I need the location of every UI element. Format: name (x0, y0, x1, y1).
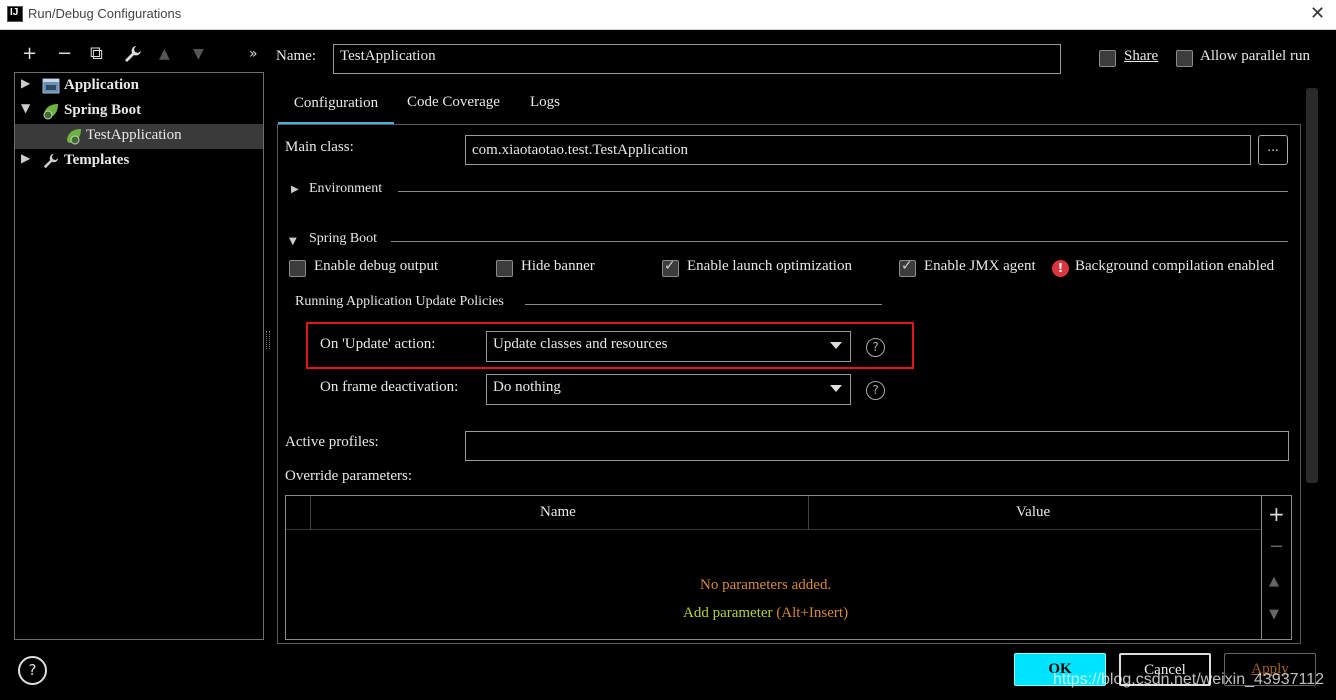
share-label: Share (1124, 48, 1159, 64)
enable-debug-output-label: Enable debug output (314, 258, 439, 274)
allow-parallel-run-label: Allow parallel run (1200, 48, 1310, 64)
move-down-icon[interactable]: ▼ (193, 44, 204, 64)
expand-arrow-icon[interactable]: ▶ (21, 151, 30, 165)
tab-label: Configuration (293, 95, 379, 111)
scrollbar[interactable] (1306, 88, 1318, 483)
enable-launch-optimization-checkbox[interactable] (662, 258, 679, 277)
on-frame-deactivation-select[interactable]: Do nothing (486, 374, 851, 405)
share-checkbox[interactable] (1099, 50, 1116, 67)
add-parameter-shortcut: (Alt+Insert) (776, 605, 849, 621)
add-row-icon[interactable]: + (1268, 502, 1285, 526)
add-parameter-link[interactable]: Add parameter (683, 605, 773, 621)
column-header-value[interactable]: Value (1016, 504, 1050, 521)
remove-icon[interactable]: − (57, 44, 72, 64)
expand-arrow-icon[interactable]: ▶ (291, 184, 299, 195)
on-update-select[interactable]: Update classes and resources (486, 331, 851, 362)
copy-icon[interactable]: ⧉ (90, 44, 103, 64)
collapse-arrow-icon[interactable]: ▼ (289, 236, 297, 247)
active-profiles-label: Active profiles: (285, 434, 379, 450)
splitter-handle[interactable] (266, 331, 270, 349)
tree-item-spring-boot[interactable]: ▼ Spring Boot (15, 99, 263, 124)
tree-item-label: Templates (64, 152, 130, 168)
divider (1261, 496, 1262, 639)
title-bar: IJ Run/Debug Configurations ✕ (0, 0, 1336, 30)
browse-button[interactable]: ... (1258, 135, 1288, 165)
enable-launch-optimization-label: Enable launch optimization (687, 258, 852, 274)
environment-label[interactable]: Environment (309, 181, 382, 197)
wrench-icon (42, 152, 60, 170)
divider (310, 496, 311, 530)
on-update-label: On 'Update' action: (320, 336, 436, 352)
tree-item-label: Spring Boot (64, 102, 142, 118)
help-button[interactable]: ? (18, 656, 47, 685)
error-icon: ! (1052, 260, 1069, 277)
enable-jmx-agent-label: Enable JMX agent (924, 258, 1036, 274)
hide-banner-label: Hide banner (521, 258, 595, 274)
chevron-down-icon (830, 385, 842, 392)
application-icon (42, 77, 60, 95)
enable-debug-output-checkbox[interactable] (289, 260, 306, 277)
active-profiles-input[interactable] (465, 431, 1289, 461)
tree-item-label: TestApplication (86, 127, 182, 143)
add-icon[interactable]: + (22, 44, 37, 64)
on-update-value: Update classes and resources (493, 336, 668, 352)
divider (398, 191, 1288, 192)
tab-logs[interactable]: Logs (530, 93, 560, 125)
main-class-input[interactable]: com.xiaotaotao.test.TestApplication (465, 135, 1251, 165)
empty-state-text: No parameters added. (700, 577, 832, 593)
table-header: Name Value (286, 496, 1261, 530)
enable-jmx-agent-checkbox[interactable] (899, 258, 916, 277)
on-frame-deactivation-value: Do nothing (493, 379, 561, 395)
tree-item-templates[interactable]: ▶ Templates (15, 149, 263, 174)
move-up-icon[interactable]: ▲ (1269, 574, 1279, 589)
tree-item-test-application[interactable]: TestApplication (15, 124, 263, 149)
hide-banner-checkbox[interactable] (496, 260, 513, 277)
override-parameters-label: Override parameters: (285, 468, 413, 484)
policies-title: Running Application Update Policies (295, 294, 504, 309)
column-header-name[interactable]: Name (540, 504, 576, 521)
main-class-label: Main class: (285, 139, 354, 155)
spring-boot-app-icon (65, 127, 83, 145)
background-compilation-label: Background compilation enabled (1075, 258, 1275, 274)
help-icon[interactable]: ? (866, 338, 885, 357)
tree-item-application[interactable]: ▶ Application (15, 74, 263, 99)
name-label: Name: (276, 48, 316, 64)
name-input[interactable]: TestApplication (333, 44, 1061, 74)
on-frame-deactivation-label: On frame deactivation: (320, 379, 459, 395)
tab-configuration[interactable]: Configuration (278, 93, 394, 125)
divider (525, 304, 882, 305)
spring-boot-icon (42, 102, 60, 120)
override-parameters-table: Name Value No parameters added. Add para… (285, 495, 1292, 640)
collapse-arrow-icon[interactable]: ▼ (21, 101, 30, 115)
remove-row-icon[interactable]: − (1269, 536, 1284, 557)
divider (808, 496, 809, 530)
allow-parallel-run-checkbox[interactable] (1176, 50, 1193, 67)
spring-boot-section-label[interactable]: Spring Boot (309, 231, 377, 247)
more-icon[interactable]: » (249, 44, 258, 64)
expand-arrow-icon[interactable]: ▶ (21, 76, 30, 90)
move-up-icon[interactable]: ▲ (159, 44, 170, 64)
configuration-tree: ▶ Application ▼ Spring Boot TestApplicat… (14, 72, 264, 640)
app-logo-icon: IJ (7, 6, 23, 22)
close-icon[interactable]: ✕ (1310, 3, 1325, 24)
divider (391, 241, 1288, 242)
add-parameter-link-row[interactable]: Add parameter (Alt+Insert) (683, 605, 848, 622)
window-title: Run/Debug Configurations (28, 6, 182, 21)
tab-code-coverage[interactable]: Code Coverage (407, 93, 500, 125)
help-icon[interactable]: ? (866, 381, 885, 400)
move-down-icon[interactable]: ▼ (1269, 607, 1279, 622)
watermark-text: https://blog.csdn.net/weixin_43937112 (1053, 671, 1325, 688)
wrench-svg (125, 46, 141, 62)
chevron-down-icon (830, 342, 842, 349)
wrench-icon[interactable] (123, 44, 143, 69)
tree-item-label: Application (64, 77, 140, 93)
